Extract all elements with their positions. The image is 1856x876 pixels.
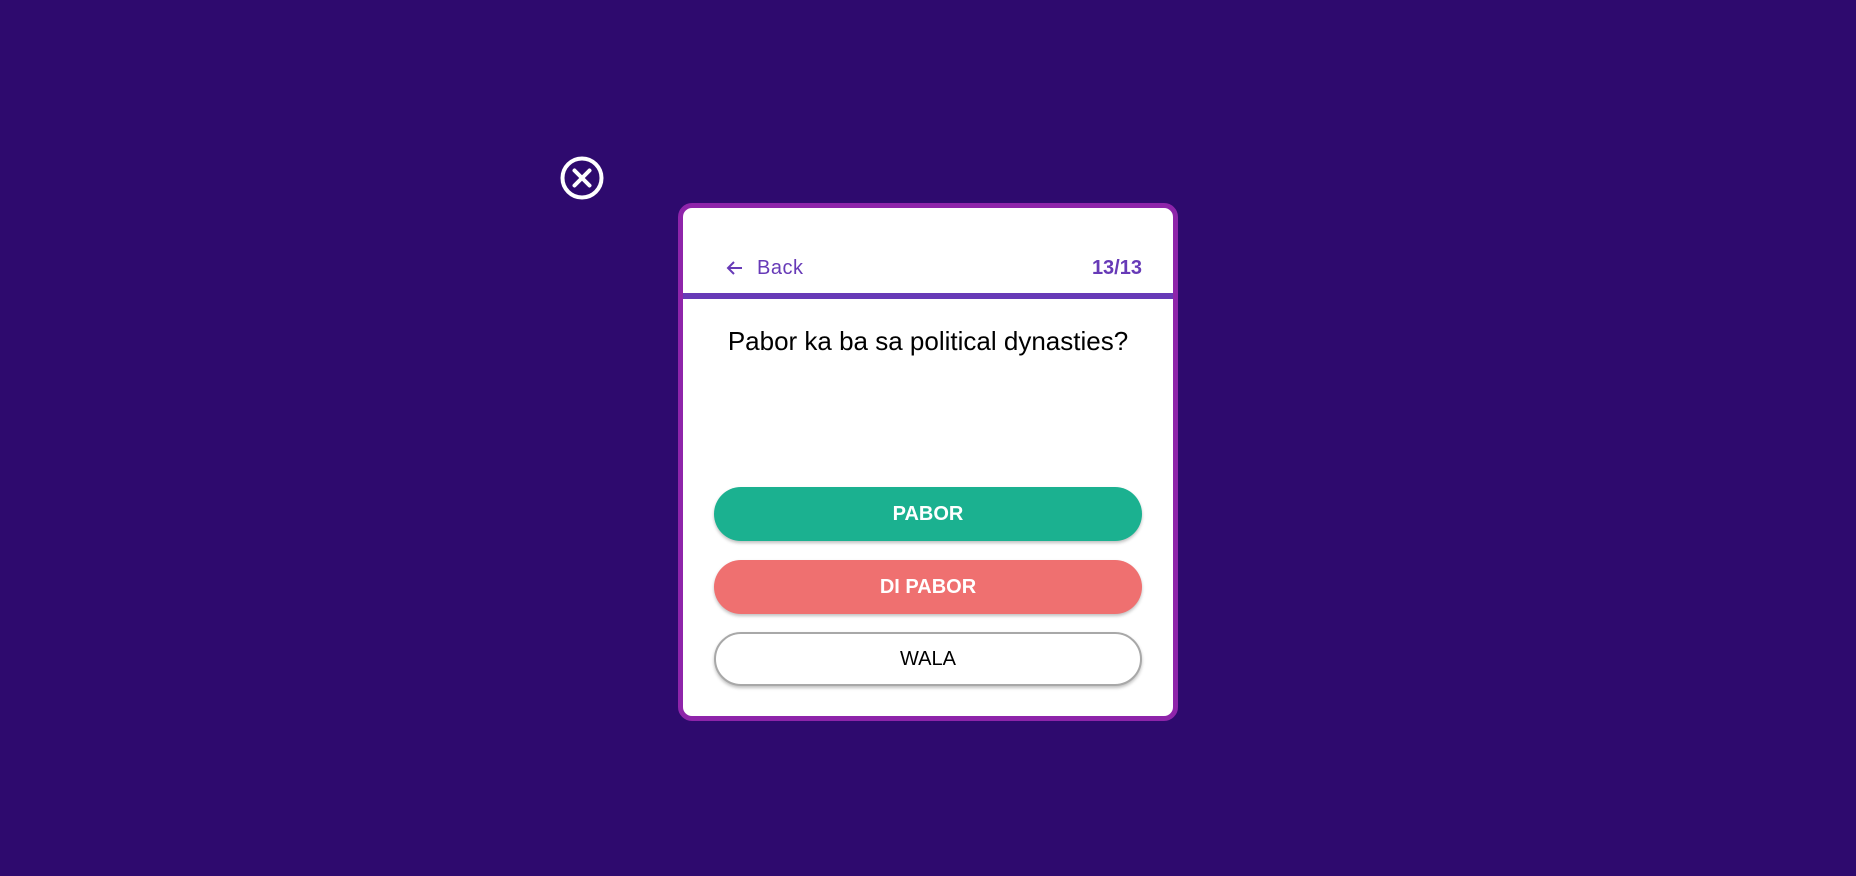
back-button[interactable]: Back: [725, 248, 803, 288]
question-text: Pabor ka ba sa political dynasties?: [727, 326, 1129, 356]
card-header: Back 13/13: [683, 248, 1173, 288]
question-counter: 13/13: [1091, 257, 1142, 279]
close-button[interactable]: [559, 155, 605, 201]
answer-button-pabor[interactable]: PABOR: [714, 487, 1142, 541]
close-circle-icon: [560, 156, 604, 200]
question-card: Back 13/13 Pabor ka ba sa political dyna…: [678, 203, 1178, 721]
arrow-left-icon: [725, 258, 745, 278]
progress-fill: [683, 293, 1173, 299]
back-label: Back: [757, 256, 804, 279]
answer-button-di-pabor[interactable]: DI PABOR: [714, 560, 1142, 614]
answer-button-wala[interactable]: WALA: [714, 632, 1142, 686]
progress-bar: [683, 293, 1173, 299]
